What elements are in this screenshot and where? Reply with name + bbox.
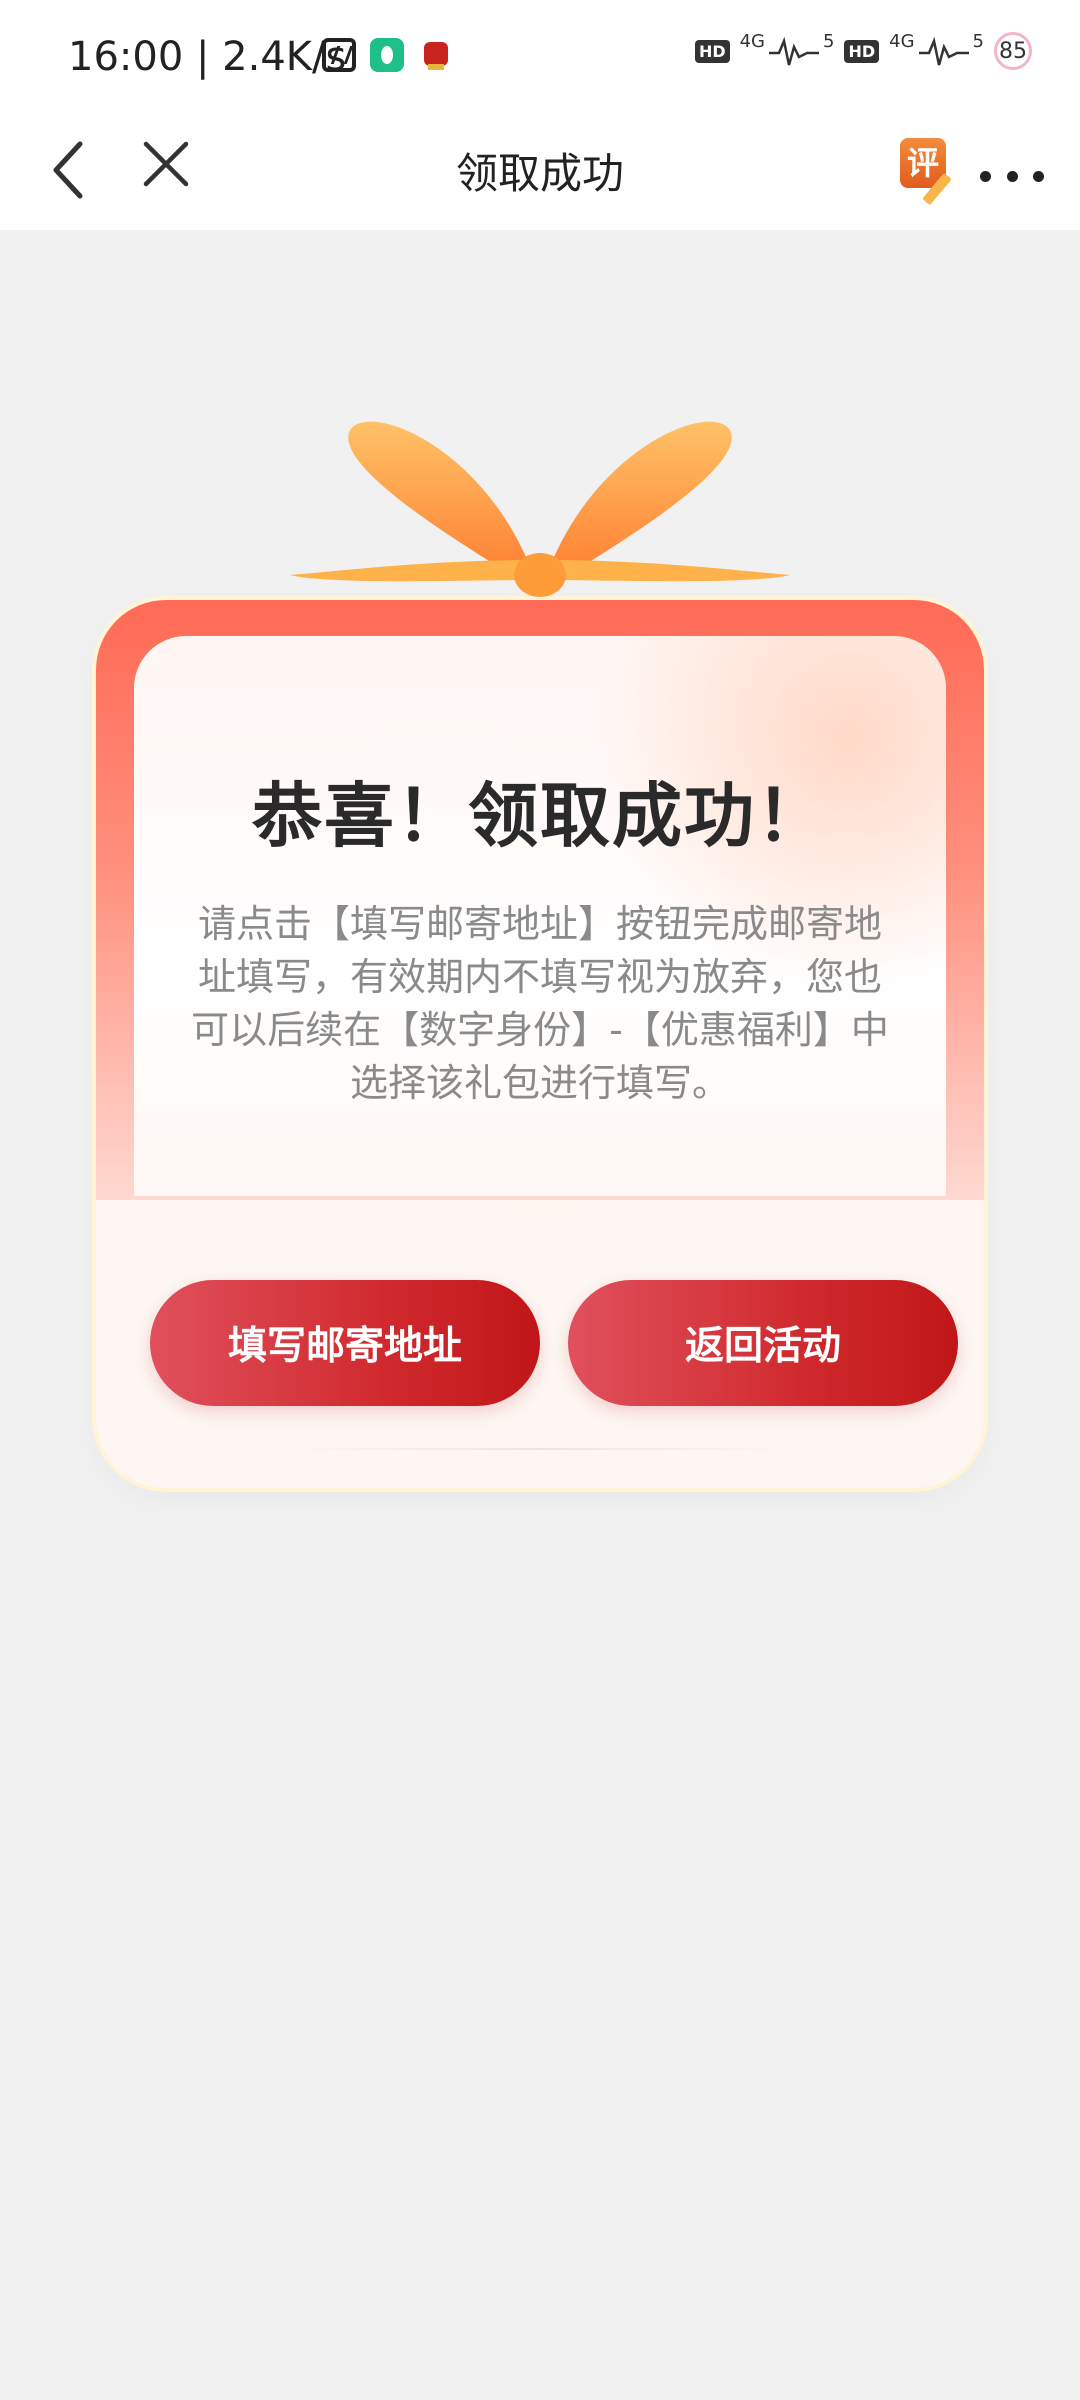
signal-2: 4G 5 (889, 33, 984, 69)
success-title: 恭喜！领取成功！ (252, 775, 828, 857)
security-app-icon (370, 38, 404, 72)
status-app-icons (322, 38, 454, 74)
nav-bar: 领取成功 评 (0, 118, 1080, 230)
more-dot-icon (980, 170, 991, 182)
status-indicators: HD 4G 5 HD 4G 5 85 (694, 31, 1032, 70)
signal-2-wave-icon (918, 36, 969, 66)
fill-address-button[interactable]: 填写邮寄地址 (150, 1280, 540, 1406)
card-notch-decoration (440, 1200, 640, 1230)
signal-1: 4G 5 (739, 31, 835, 69)
status-time: 16:00 | 2.4K/s (68, 34, 347, 80)
more-options-button[interactable] (980, 156, 1044, 196)
footer-divider (296, 1448, 784, 1450)
review-button[interactable]: 评 (896, 130, 956, 206)
return-activity-button[interactable]: 返回活动 (568, 1280, 958, 1406)
signal-2-bars: 5 (972, 31, 984, 52)
hd-badge-1: HD (694, 39, 730, 63)
ribbon-bow-icon (290, 421, 790, 597)
more-dot-icon (1033, 170, 1044, 182)
signal-1-label: 4G (739, 31, 766, 52)
notification-app-icon (418, 38, 454, 74)
battery-indicator: 85 (994, 32, 1032, 70)
status-bar: 16:00 | 2.4K/s HD 4G 5 HD 4G 5 85 (0, 0, 1080, 118)
success-description: 请点击【填写邮寄地址】按钮完成邮寄地址填写，有效期内不填写视为放弃，您也可以后续… (191, 902, 889, 1105)
more-dot-icon (1006, 170, 1018, 182)
nfc-icon (322, 38, 356, 72)
signal-2-label: 4G (889, 31, 915, 52)
signal-1-bars: 5 (823, 31, 835, 52)
hd-badge-2: HD (844, 39, 880, 63)
signal-1-wave-icon (769, 36, 820, 66)
